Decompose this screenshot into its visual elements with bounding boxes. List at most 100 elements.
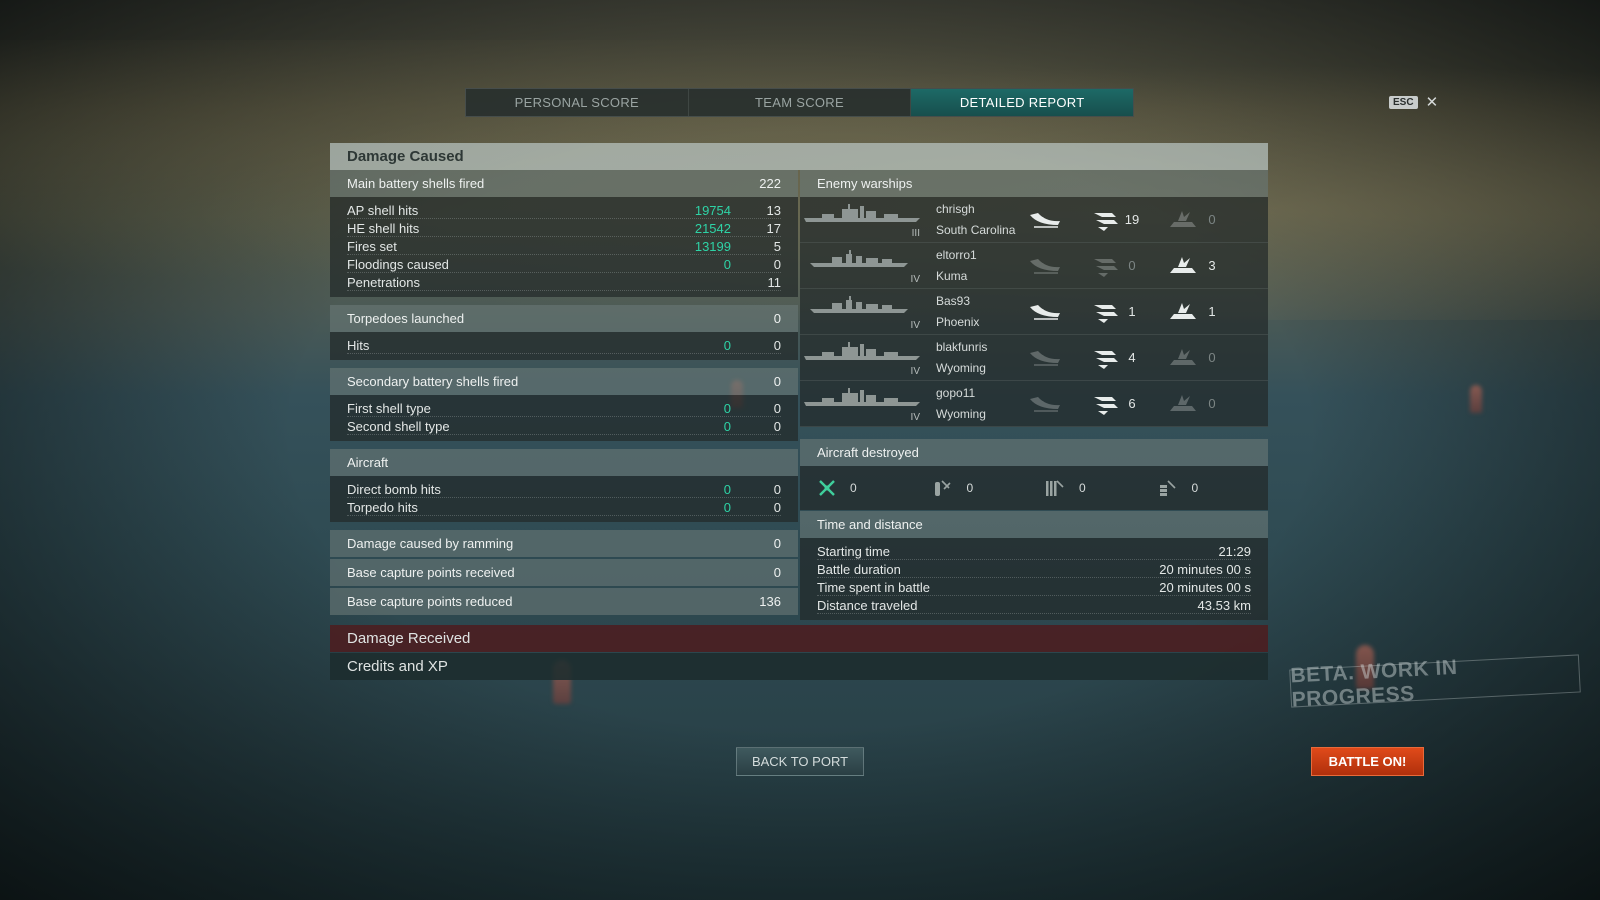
tab-team-score[interactable]: TEAM SCORE [689, 89, 912, 116]
main-battery-hits-icon [1094, 350, 1118, 369]
stat-label: Fires set [347, 239, 397, 254]
stat-damage: 13199 [694, 239, 731, 254]
ship-silhouette: IV [802, 381, 924, 427]
main-battery-hits-icon [1094, 258, 1118, 277]
hits-stat: 19 [1092, 209, 1166, 231]
battleship-silhouette-icon [804, 203, 920, 222]
torpedoes-header: Torpedoes launched 0 [330, 305, 798, 332]
fires-stat: 0 [1166, 393, 1240, 415]
stat-label: Hits [347, 338, 370, 353]
stat-row: AP shell hits 19754 13 [347, 201, 781, 219]
damage-caused-left-column: Main battery shells fired 222 AP shell h… [330, 170, 798, 615]
hits-value: 0 [1128, 258, 1136, 273]
esc-key-hint: ESC [1389, 95, 1418, 109]
torpedoes-body: Hits 0 0 [330, 332, 798, 360]
stat-label: AP shell hits [347, 203, 419, 218]
aircraft-destroyed-value: 0 [1079, 481, 1086, 495]
stat-row: Second shell type 0 0 [347, 417, 781, 435]
hits-value: 1 [1128, 304, 1136, 319]
beta-watermark: BETA. WORK IN PROGRESS [1289, 654, 1581, 712]
aircraft-destroyed-fighters: 0 [818, 479, 931, 497]
ramming-row: Damage caused by ramming 0 [330, 530, 798, 557]
stat-row: Battle duration 20 minutes 00 s [817, 560, 1251, 578]
fires-stat: 3 [1166, 255, 1240, 277]
stat-row: Distance traveled 43.53 km [817, 596, 1251, 614]
close-button[interactable]: ESC ✕ [1389, 93, 1438, 111]
time-distance-body: Starting time 21:29 Battle duration 20 m… [800, 538, 1268, 620]
player-name: blakfunris [936, 339, 988, 354]
ship-silhouette: IV [802, 289, 924, 335]
enemy-names: Bas93 Phoenix [924, 291, 1028, 333]
fires-stat: 0 [1166, 209, 1240, 231]
battleship-silhouette-icon [804, 387, 920, 406]
fires-value: 0 [1208, 212, 1216, 227]
stat-label: Starting time [817, 544, 890, 559]
stat-row: Fires set 13199 5 [347, 237, 781, 255]
stat-damage: 0 [723, 257, 731, 272]
enemy-names: gopo11 Wyoming [924, 383, 1028, 425]
main-battery-value: 222 [759, 176, 781, 191]
hits-value: 4 [1128, 350, 1136, 365]
stat-label: Penetrations [347, 275, 420, 290]
aircraft-body: Direct bomb hits 0 0 Torpedo hits 0 0 [330, 476, 798, 522]
fires-value: 1 [1208, 304, 1216, 319]
enemy-names: eltorro1 Kuma [924, 245, 1028, 287]
enemy-warships-header: Enemy warships [800, 170, 1268, 197]
stat-value: 20 minutes 00 s [1159, 562, 1251, 577]
enemy-warship-row: IV blakfunris Wyoming 4 0 [800, 335, 1268, 381]
fires-stat: 1 [1166, 301, 1240, 323]
credits-xp-title: Credits and XP [347, 658, 448, 675]
stat-row: Penetrations 11 [347, 273, 781, 291]
fires-value: 3 [1208, 258, 1216, 273]
stat-damage: 21542 [694, 221, 731, 236]
aircraft-destroyed-value: 0 [850, 481, 857, 495]
damage-received-header[interactable]: Damage Received [330, 625, 1268, 652]
enemy-warship-row: IV eltorro1 Kuma 0 3 [800, 243, 1268, 289]
damage-caused-header[interactable]: Damage Caused [330, 143, 1268, 170]
ship-name: Wyoming [936, 406, 986, 421]
ship-tier: IV [910, 411, 920, 423]
fire-damage-icon [1170, 302, 1196, 319]
enemy-names: chrisgh South Carolina [924, 199, 1028, 241]
ship-silhouette: IV [802, 335, 924, 381]
main-battery-label: Main battery shells fired [347, 176, 485, 191]
damage-caused-right-column: Enemy warships III chrisgh South Carolina 1… [800, 170, 1268, 620]
stat-label: First shell type [347, 401, 431, 416]
main-battery-hits-icon [1094, 212, 1118, 231]
stat-row: Time spent in battle 20 minutes 00 s [817, 578, 1251, 596]
close-icon[interactable]: ✕ [1426, 93, 1439, 111]
base-reduced-row: Base capture points reduced 136 [330, 588, 798, 615]
secondary-label: Secondary battery shells fired [347, 374, 519, 389]
stat-label: Time spent in battle [817, 580, 930, 595]
battle-on-button[interactable]: BATTLE ON! [1311, 747, 1424, 776]
stat-value: 20 minutes 00 s [1159, 580, 1251, 595]
stat-label: HE shell hits [347, 221, 420, 236]
tab-detailed-report[interactable]: DETAILED REPORT [911, 89, 1134, 116]
stat-label: Battle duration [817, 562, 901, 577]
aircraft-destroyed-header: Aircraft destroyed [800, 439, 1268, 466]
ship-name: Kuma [936, 268, 968, 283]
stat-row: HE shell hits 21542 17 [347, 219, 781, 237]
aircraft-destroyed-bombers: 0 [931, 477, 1044, 499]
time-distance-label: Time and distance [817, 517, 923, 532]
torpedoes-label: Torpedoes launched [347, 311, 465, 326]
destroyed-status [1028, 347, 1092, 369]
stat-damage: 0 [723, 338, 731, 353]
stat-value: 0 [773, 338, 781, 353]
stat-label: Floodings caused [347, 257, 449, 272]
stat-value: 0 [773, 401, 781, 416]
stat-value: 43.53 km [1197, 598, 1251, 613]
base-received-label: Base capture points received [347, 565, 515, 580]
ship-tier: IV [910, 365, 920, 377]
hits-stat: 6 [1092, 393, 1166, 415]
back-to-port-button[interactable]: BACK TO PORT [736, 747, 864, 776]
tab-personal-score[interactable]: PERSONAL SCORE [466, 89, 689, 116]
enemy-warship-row: III chrisgh South Carolina 19 0 [800, 197, 1268, 243]
stat-value: 13 [766, 203, 781, 218]
base-reduced-value: 136 [759, 594, 781, 609]
credits-xp-header[interactable]: Credits and XP [330, 653, 1268, 680]
stat-damage: 0 [723, 419, 731, 434]
ramming-label: Damage caused by ramming [347, 536, 514, 551]
